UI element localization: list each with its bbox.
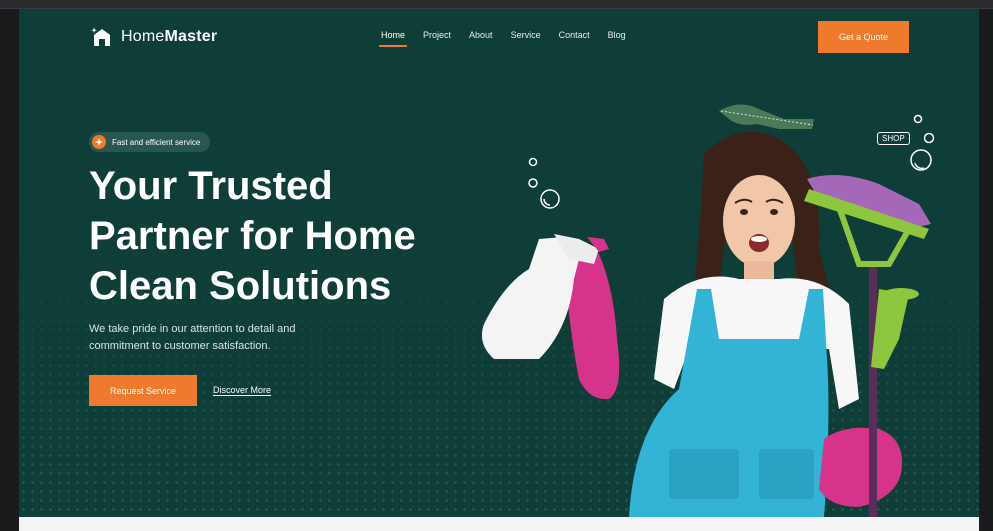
brand-name: HomeMaster <box>121 28 218 45</box>
headline-line-3: Clean Solutions <box>89 264 392 308</box>
hero-section: HomeMaster Home Project About Service Co… <box>19 9 979 517</box>
nav-item-contact[interactable]: Contact <box>559 30 590 44</box>
right-glove <box>819 427 903 507</box>
nav-item-about[interactable]: About <box>469 30 493 44</box>
get-quote-button[interactable]: Get a Quote <box>818 21 909 53</box>
nav-item-service[interactable]: Service <box>511 30 541 44</box>
mop-handle <box>869 264 877 517</box>
main-nav: Home Project About Service Contact Blog <box>378 30 626 47</box>
bubble <box>528 178 538 188</box>
spray-bottle <box>481 237 579 359</box>
request-service-button[interactable]: Request Service <box>89 375 197 406</box>
browser-top-strip <box>0 0 993 9</box>
headline-line-1: Your Trusted <box>89 164 333 208</box>
logo-icon <box>91 26 113 48</box>
subtext-line-1: We take pride in our attention to detail… <box>89 323 296 335</box>
bubble <box>528 157 538 167</box>
sparkle-icon <box>92 135 106 149</box>
nav-item-project[interactable]: Project <box>423 30 451 44</box>
nav-item-blog[interactable]: Blog <box>608 30 626 44</box>
headline-line-2: Partner for Home <box>89 214 416 258</box>
headband <box>719 104 814 129</box>
service-badge-label: Fast and efficient service <box>112 137 201 147</box>
subtext-line-2: commitment to customer satisfaction. <box>89 340 271 352</box>
hero-headline: Your Trusted Partner for Home Clean Solu… <box>89 161 489 311</box>
cleaner-illustration <box>481 104 935 517</box>
bubble <box>923 132 935 144</box>
hero-subtext: We take pride in our attention to detail… <box>89 321 329 355</box>
next-section-edge <box>19 517 979 531</box>
right-gutter <box>979 9 993 531</box>
discover-more-link[interactable]: Discover More <box>213 385 271 395</box>
brand-logo[interactable]: HomeMaster <box>91 26 217 48</box>
bubble <box>913 114 923 124</box>
bubble <box>910 149 932 171</box>
face <box>723 175 795 267</box>
shop-sign: SHOP <box>877 132 910 145</box>
service-badge: Fast and efficient service <box>89 132 211 152</box>
left-gutter <box>0 9 19 531</box>
nav-item-home[interactable]: Home <box>378 30 408 47</box>
